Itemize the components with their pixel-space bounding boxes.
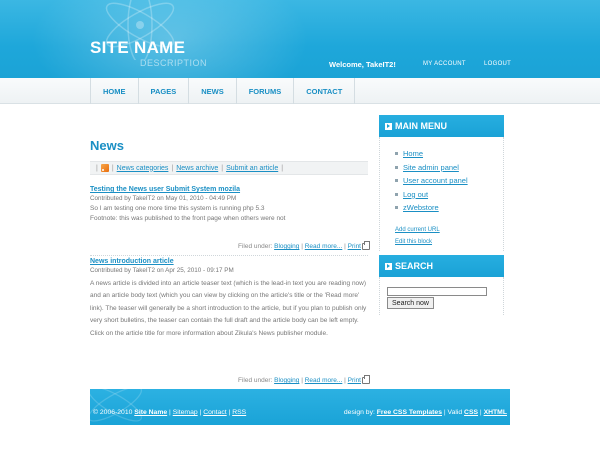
valid-css-link[interactable]: CSS <box>464 409 478 416</box>
menu-item-label[interactable]: zWebstore <box>403 203 439 212</box>
menu-item-zwebstore[interactable]: zWebstore <box>395 201 468 215</box>
subnav-separator: | <box>111 164 114 172</box>
valid-label: Valid <box>447 409 463 416</box>
search-input[interactable] <box>387 287 487 296</box>
category-link[interactable]: Blogging <box>274 377 299 384</box>
footer-site-name-link[interactable]: Site Name <box>134 409 167 416</box>
subnav-separator: | <box>171 164 174 172</box>
menu-item-label[interactable]: Site admin panel <box>403 163 459 172</box>
search-title: SEARCH <box>395 261 434 271</box>
menu-item-label[interactable]: Log out <box>403 190 428 199</box>
nav-home[interactable]: HOME <box>90 78 139 104</box>
article-body: A news article is divided into an articl… <box>90 280 367 337</box>
subnav-separator: | <box>281 164 284 172</box>
subnav-separator: | <box>221 164 224 172</box>
nav-contact[interactable]: CONTACT <box>294 78 356 104</box>
article-title[interactable]: News introduction article <box>90 258 174 265</box>
footer-contact-link[interactable]: Contact <box>203 409 226 416</box>
free-css-templates-link[interactable]: Free CSS Templates <box>377 409 442 416</box>
rss-icon[interactable] <box>100 164 109 172</box>
footer-rss-link[interactable]: RSS <box>232 409 246 416</box>
search-button[interactable]: Search now <box>387 297 434 309</box>
menu-item-logout[interactable]: Log out <box>395 188 468 202</box>
arrow-bullet-icon <box>385 122 392 130</box>
menu-item-label[interactable]: Home <box>403 149 423 158</box>
article: Testing the News user Submit System mozi… <box>90 186 370 226</box>
my-account-link[interactable]: MY ACCOUNT <box>423 61 466 67</box>
nav-pages[interactable]: PAGES <box>139 78 190 104</box>
article-footer: Filed under: Blogging | Read more... | P… <box>237 375 370 385</box>
main-menu-title: MAIN MENU <box>395 121 447 131</box>
logout-link[interactable]: LOGOUT <box>484 61 511 67</box>
printer-icon[interactable] <box>362 375 370 384</box>
news-categories-link[interactable]: News categories <box>117 165 169 172</box>
print-link[interactable]: Print <box>348 377 361 384</box>
menu-item-home[interactable]: Home <box>395 147 468 161</box>
design-by-label: design by: <box>343 409 375 416</box>
menu-item-user-account[interactable]: User account panel <box>395 174 468 188</box>
arrow-bullet-icon <box>385 262 392 270</box>
main-menu-list: Home Site admin panel User account panel… <box>395 147 468 215</box>
site-header: SITE NAME DESCRIPTION Welcome, TakeIT2! … <box>0 0 600 78</box>
menu-item-label[interactable]: User account panel <box>403 176 468 185</box>
category-link[interactable]: Blogging <box>274 243 299 250</box>
article-footnote: Footnote: this was published to the fron… <box>90 215 286 223</box>
nav-items: HOME PAGES NEWS FORUMS CONTACT <box>90 78 356 104</box>
nav-news[interactable]: NEWS <box>189 78 237 104</box>
atom-decor-icon <box>90 389 142 422</box>
main-menu-header: MAIN MENU <box>379 115 504 137</box>
search-box <box>379 277 504 315</box>
subnav-separator: | <box>96 164 98 172</box>
menu-item-site-admin[interactable]: Site admin panel <box>395 161 468 175</box>
search-header: SEARCH <box>379 255 504 277</box>
submit-article-link[interactable]: Submit an article <box>226 165 278 172</box>
site-footer: © 2006-2010 Site Name | Sitemap | Contac… <box>90 389 510 425</box>
read-more-link[interactable]: Read more... <box>305 243 343 250</box>
footer-right: design by: Free CSS Templates | Valid CS… <box>343 409 507 416</box>
news-archive-link[interactable]: News archive <box>176 165 218 172</box>
footer-left: © 2006-2010 Site Name | Sitemap | Contac… <box>93 409 247 416</box>
filed-under-label: Filed under: <box>237 377 273 385</box>
article-meta: Contributed by TakeIT2 on Apr 25, 2010 -… <box>90 267 234 274</box>
valid-xhtml-link[interactable]: XHTML <box>484 409 507 416</box>
divider <box>90 255 368 256</box>
article: News introduction article Contributed by… <box>90 258 370 340</box>
article-footer: Filed under: Blogging | Read more... | P… <box>237 241 370 251</box>
page-title: News <box>90 138 124 153</box>
site-name[interactable]: SITE NAME <box>90 38 185 58</box>
read-more-link[interactable]: Read more... <box>305 377 343 384</box>
add-current-url-link[interactable]: Add current URL <box>395 227 440 233</box>
news-subnav: | | News categories | News archive | Sub… <box>90 161 368 175</box>
welcome-text: Welcome, TakeIT2! <box>329 60 396 69</box>
site-description: DESCRIPTION <box>140 58 208 68</box>
footer-sitemap-link[interactable]: Sitemap <box>173 409 198 416</box>
main-nav: HOME PAGES NEWS FORUMS CONTACT <box>0 78 600 104</box>
print-link[interactable]: Print <box>348 243 361 250</box>
copyright-text: © 2006-2010 <box>93 409 133 416</box>
filed-under-label: Filed under: <box>237 243 273 251</box>
article-meta: Contributed by TakeIT2 on May 01, 2010 -… <box>90 195 237 202</box>
edit-block-link[interactable]: Edit this block <box>395 239 432 245</box>
article-title[interactable]: Testing the News user Submit System mozi… <box>90 186 240 193</box>
nav-forums[interactable]: FORUMS <box>237 78 295 104</box>
printer-icon[interactable] <box>362 241 370 250</box>
